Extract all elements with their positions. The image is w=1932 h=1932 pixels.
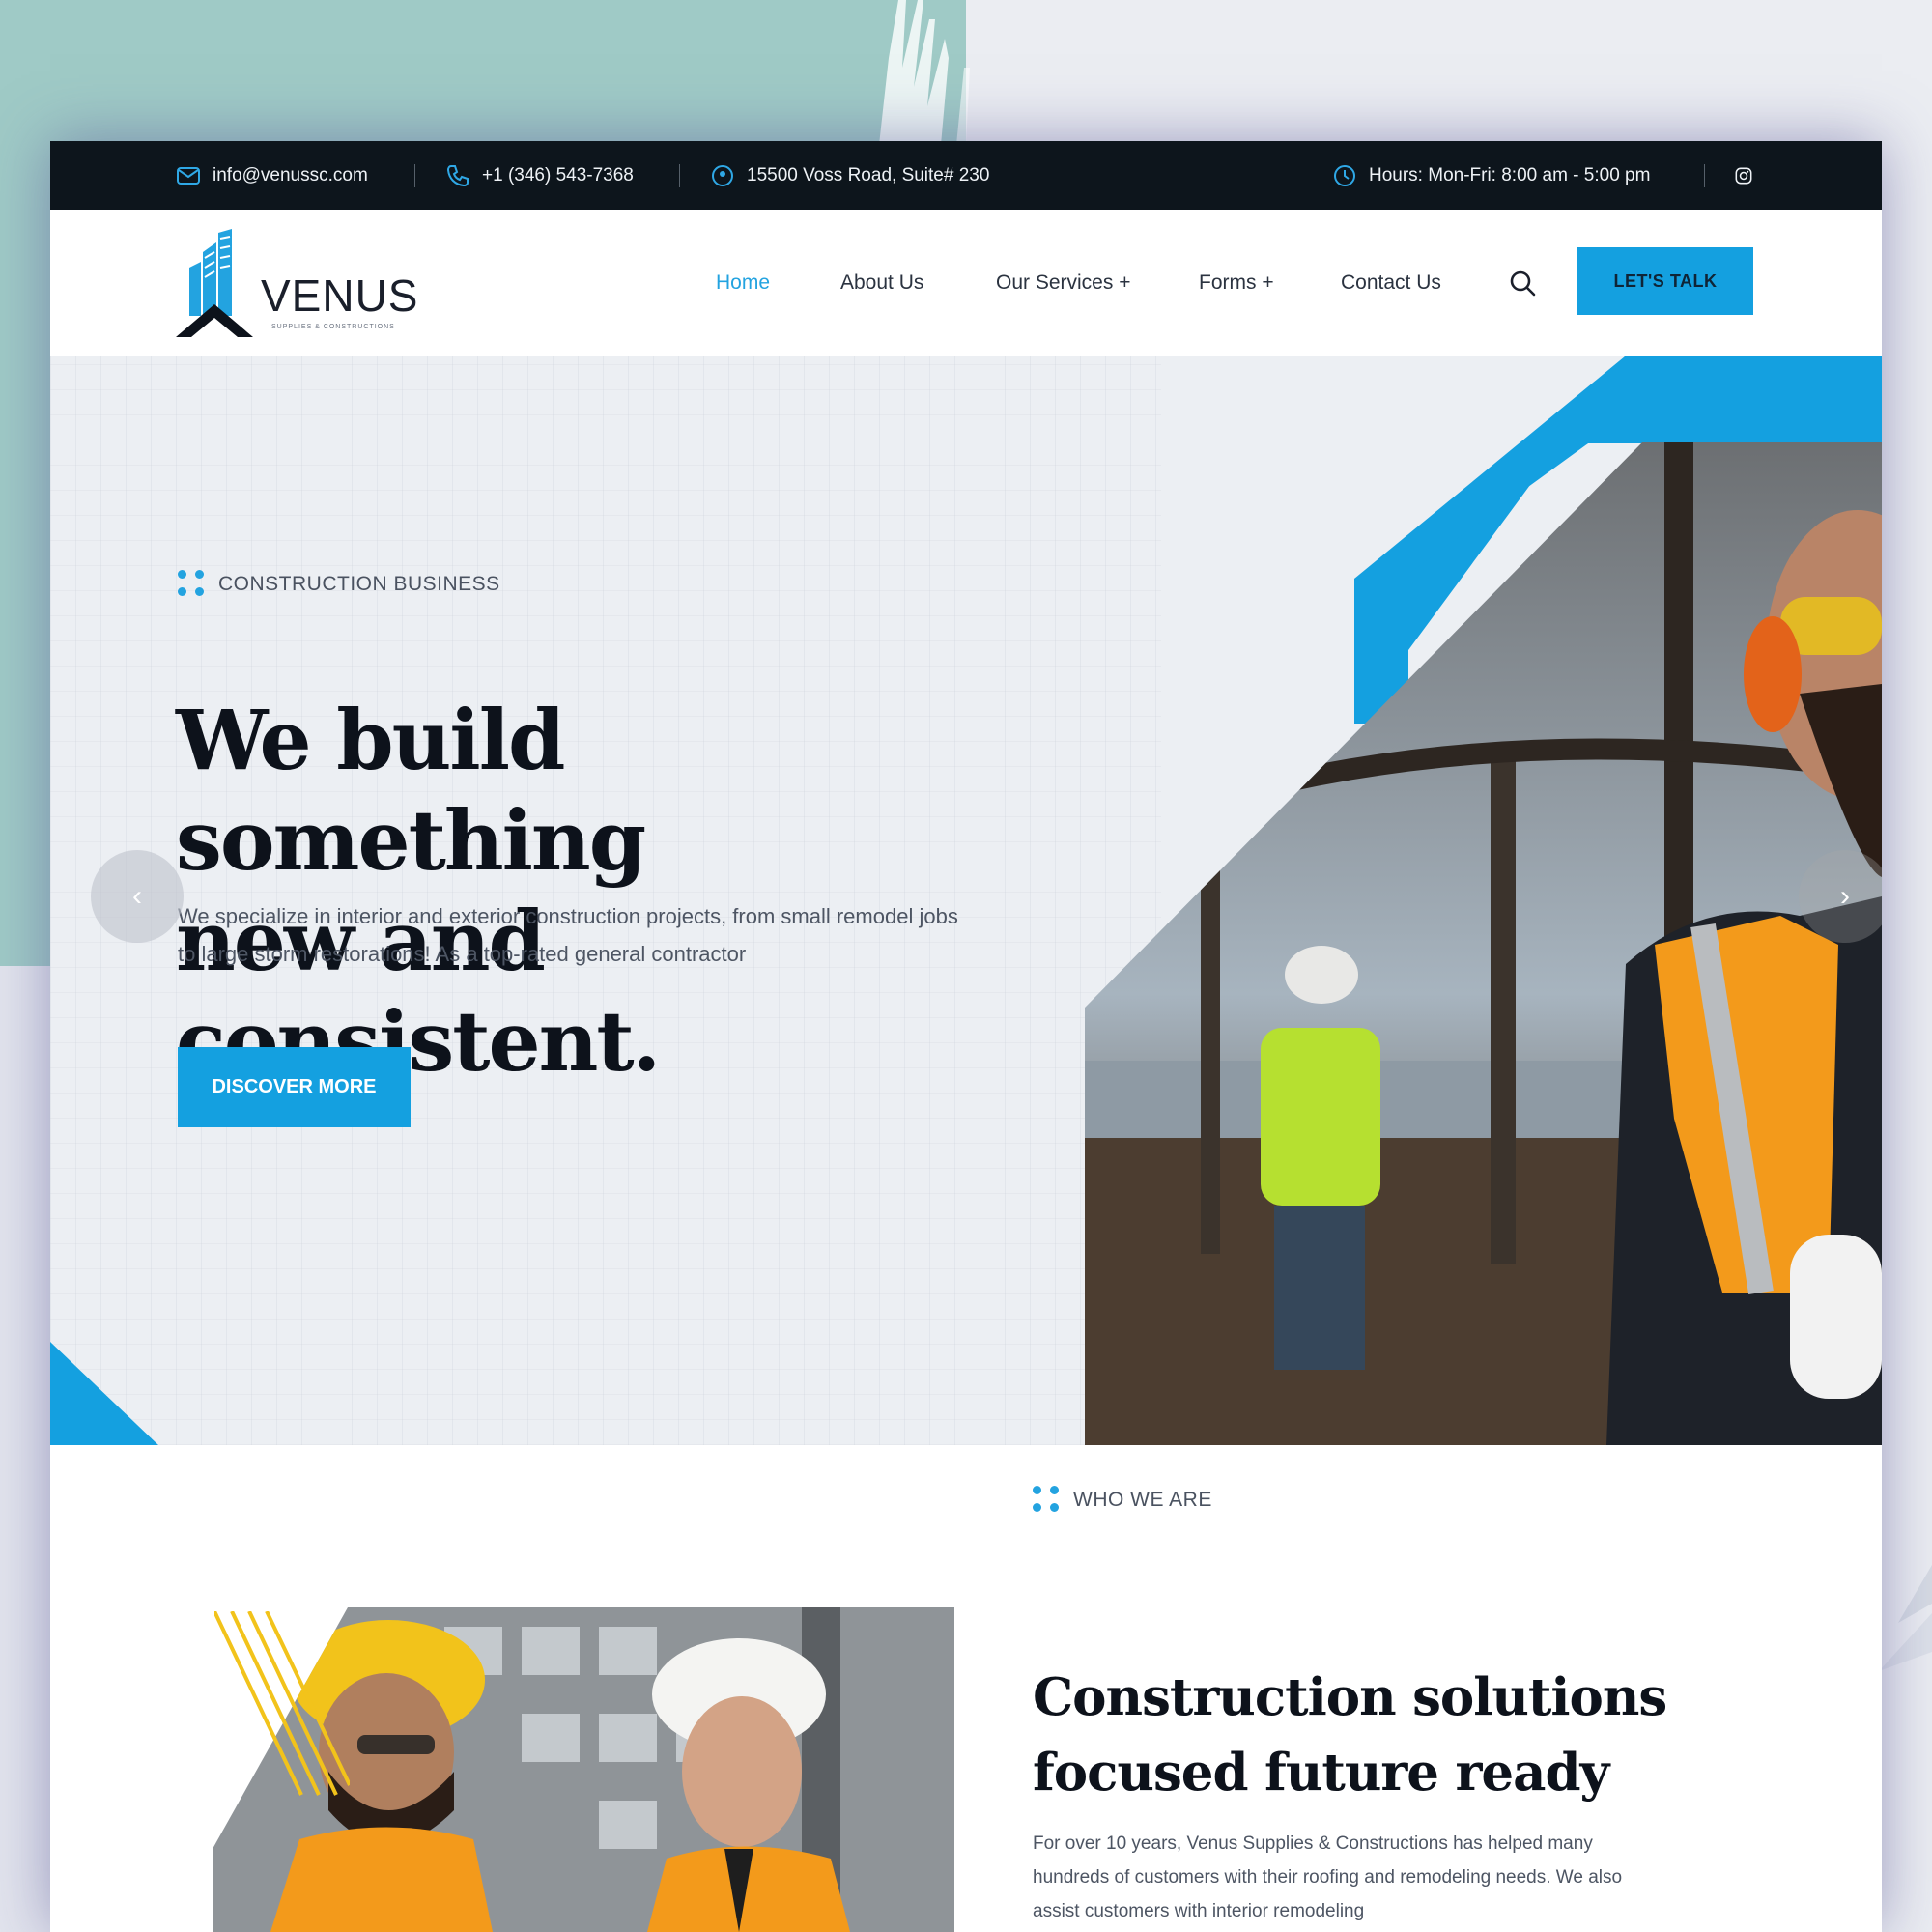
hero-slider: CONSTRUCTION BUSINESS We build something… xyxy=(50,356,1882,1445)
hero-title: We build something new and consistent. xyxy=(176,691,1045,1093)
slider-next-button[interactable]: › xyxy=(1799,850,1882,943)
about-eyebrow: WHO WE ARE xyxy=(1033,1486,1212,1515)
about-eyebrow-text: WHO WE ARE xyxy=(1073,1489,1212,1511)
chevron-left-icon: ‹ xyxy=(132,880,142,912)
logo-tagline: SUPPLIES & CONSTRUCTIONS xyxy=(271,324,395,330)
decorative-logo-fragment xyxy=(1879,1565,1932,1671)
slider-prev-button[interactable]: ‹ xyxy=(91,850,184,943)
hero-eyebrow-text: CONSTRUCTION BUSINESS xyxy=(218,573,500,595)
clock-icon xyxy=(1334,164,1355,186)
email-contact[interactable]: info@venussc.com xyxy=(176,141,368,210)
hero-worker-photo xyxy=(1085,442,1882,1445)
venus-logo-icon[interactable] xyxy=(176,229,253,337)
search-icon[interactable] xyxy=(1507,268,1538,298)
hero-title-line-1: We build something xyxy=(176,693,646,890)
location-icon xyxy=(712,164,733,186)
logo-wordmark[interactable]: VENUS xyxy=(261,273,418,318)
hero-description: We specialize in interior and exterior c… xyxy=(178,904,958,966)
topbar-divider xyxy=(414,164,415,187)
top-info-bar: info@venussc.com +1 (346) 543-7368 15500… xyxy=(50,141,1882,210)
hours-text: Hours: Mon-Fri: 8:00 am - 5:00 pm xyxy=(1369,164,1651,185)
instagram-icon xyxy=(1735,167,1752,184)
nav-about-us[interactable]: About Us xyxy=(840,210,923,356)
address-contact[interactable]: 15500 Voss Road, Suite# 230 xyxy=(710,141,989,210)
about-accent-lines xyxy=(214,1611,350,1796)
topbar-divider xyxy=(1704,164,1705,187)
brush-stroke-decoration xyxy=(879,0,970,145)
instagram-link[interactable] xyxy=(1734,141,1753,210)
site-header: VENUS SUPPLIES & CONSTRUCTIONS Home Abou… xyxy=(50,210,1882,356)
website-preview: info@venussc.com +1 (346) 543-7368 15500… xyxy=(50,141,1882,1932)
about-description: For over 10 years, Venus Supplies & Cons… xyxy=(1033,1833,1623,1921)
phone-text: +1 (346) 543-7368 xyxy=(482,164,634,185)
about-title: Construction solutions focused future re… xyxy=(1033,1660,1844,1810)
phone-icon xyxy=(446,164,469,186)
mail-icon xyxy=(177,166,200,185)
phone-contact[interactable]: +1 (346) 543-7368 xyxy=(445,141,634,210)
dots-icon xyxy=(178,570,207,599)
nav-our-services[interactable]: Our Services + xyxy=(996,210,1130,356)
dots-icon xyxy=(1033,1486,1062,1515)
opening-hours: Hours: Mon-Fri: 8:00 am - 5:00 pm xyxy=(1332,141,1650,210)
nav-forms[interactable]: Forms + xyxy=(1199,210,1274,356)
about-title-line-2: focused future ready xyxy=(1033,1743,1609,1803)
discover-more-button[interactable]: DISCOVER MORE xyxy=(178,1047,411,1127)
topbar-divider xyxy=(679,164,680,187)
hero-corner-accent xyxy=(50,1342,158,1445)
hero-eyebrow: CONSTRUCTION BUSINESS xyxy=(178,570,500,599)
chevron-right-icon: › xyxy=(1840,880,1850,912)
nav-home[interactable]: Home xyxy=(716,210,770,356)
lets-talk-button[interactable]: LET'S TALK xyxy=(1577,247,1753,315)
about-title-line-1: Construction solutions xyxy=(1033,1667,1667,1727)
nav-contact-us[interactable]: Contact Us xyxy=(1341,210,1441,356)
email-text: info@venussc.com xyxy=(213,164,368,185)
address-text: 15500 Voss Road, Suite# 230 xyxy=(747,164,990,185)
